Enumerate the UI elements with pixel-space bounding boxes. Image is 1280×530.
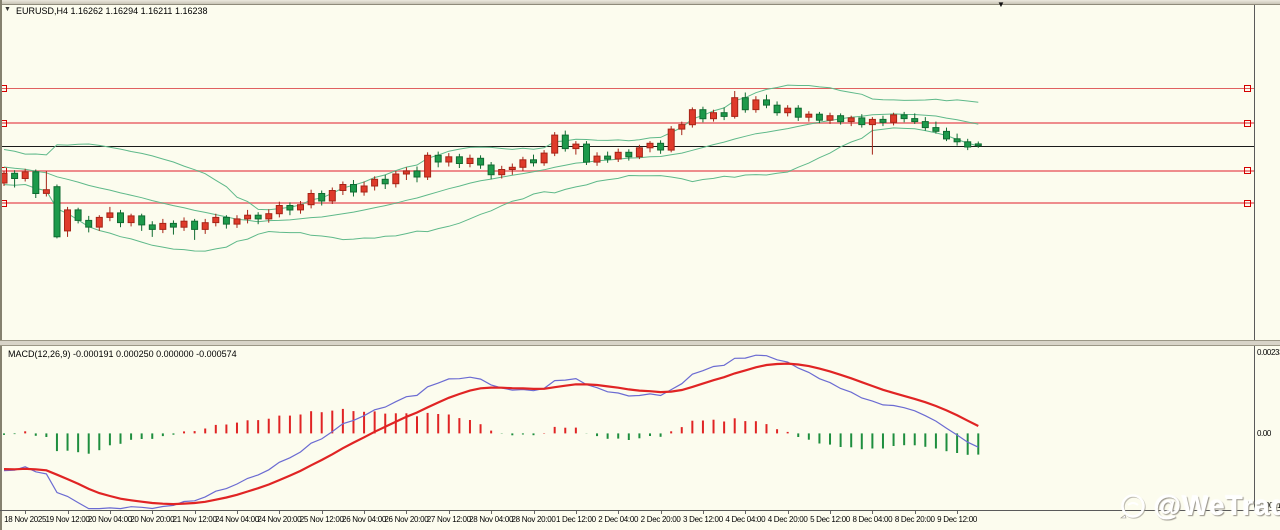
current-price-line	[2, 146, 1254, 147]
time-axis-label: 20 Nov 20:00	[129, 515, 175, 524]
line-endpoint-marker[interactable]	[1244, 167, 1251, 174]
time-axis-label: 28 Nov 20:00	[511, 515, 557, 524]
chart-shift-marker-icon[interactable]: ▼	[997, 0, 1005, 9]
time-axis-tick	[449, 511, 450, 514]
line-endpoint-marker[interactable]	[1244, 200, 1251, 207]
time-axis-label: 18 Nov 2025	[2, 515, 48, 524]
price-axis-border	[1254, 4, 1255, 510]
time-axis-label: 9 Dec 12:00	[934, 515, 980, 524]
time-axis-label: 2 Dec 04:00	[595, 515, 641, 524]
time-axis-tick	[68, 511, 69, 514]
time-axis-label: 28 Nov 04:00	[468, 515, 514, 524]
symbol-ohlc-label: EURUSD,H4 1.16262 1.16294 1.16211 1.1623…	[16, 6, 207, 16]
time-axis-tick	[279, 511, 280, 514]
time-axis-tick	[915, 511, 916, 514]
time-axis-tick	[237, 511, 238, 514]
time-axis-tick	[618, 511, 619, 514]
time-axis-label: 1 Dec 12:00	[553, 515, 599, 524]
horizontal-line-1.15472[interactable]	[2, 202, 1254, 204]
line-endpoint-marker[interactable]	[1244, 120, 1251, 127]
time-axis-label: 19 Nov 12:00	[45, 515, 91, 524]
chart-window: ▼ ▼ EURUSD,H4 1.16262 1.16294 1.16211 1.…	[0, 0, 1280, 530]
chart-collapse-arrow-icon[interactable]: ▼	[4, 6, 11, 13]
time-axis-label: 2 Dec 20:00	[638, 515, 684, 524]
macd-axis-label: 0.00	[1257, 429, 1271, 438]
time-axis-label: 20 Nov 04:00	[87, 515, 133, 524]
time-axis-tick	[364, 511, 365, 514]
time-axis-border	[0, 510, 1280, 511]
time-axis-tick	[957, 511, 958, 514]
line-endpoint-marker[interactable]	[1244, 85, 1251, 92]
time-axis[interactable]: 18 Nov 202519 Nov 12:0020 Nov 04:0020 No…	[0, 510, 1280, 530]
time-axis-label: 4 Dec 04:00	[722, 515, 768, 524]
horizontal-line-1.16538[interactable]	[2, 122, 1254, 124]
watermark: @WeTrade	[1118, 490, 1280, 522]
time-axis-tick	[25, 511, 26, 514]
time-axis-label: 3 Dec 12:00	[680, 515, 726, 524]
time-axis-tick	[745, 511, 746, 514]
time-axis-label: 26 Nov 04:00	[341, 515, 387, 524]
time-axis-label: 5 Dec 12:00	[807, 515, 853, 524]
main-chart-pane[interactable]	[0, 4, 1254, 340]
time-axis-tick	[152, 511, 153, 514]
time-axis-tick	[661, 511, 662, 514]
time-axis-label: 25 Nov 12:00	[299, 515, 345, 524]
macd-header-label: MACD(12,26,9) -0.000191 0.000250 0.00000…	[8, 349, 237, 359]
time-axis-tick	[110, 511, 111, 514]
window-left-border	[0, 0, 2, 530]
wetrade-logo-icon	[1118, 491, 1148, 521]
time-axis-label: 24 Nov 04:00	[214, 515, 260, 524]
horizontal-line-1.17001[interactable]	[2, 88, 1254, 89]
time-axis-label: 24 Nov 20:00	[256, 515, 302, 524]
time-axis-tick	[788, 511, 789, 514]
time-axis-label: 8 Dec 20:00	[892, 515, 938, 524]
time-axis-label: 21 Nov 12:00	[172, 515, 218, 524]
time-axis-tick	[534, 511, 535, 514]
time-axis-label: 4 Dec 20:00	[765, 515, 811, 524]
time-axis-tick	[872, 511, 873, 514]
time-axis-tick	[703, 511, 704, 514]
macd-pane[interactable]	[0, 346, 1254, 510]
time-axis-label: 27 Nov 12:00	[426, 515, 472, 524]
time-axis-tick	[406, 511, 407, 514]
time-axis-tick	[830, 511, 831, 514]
time-axis-label: 26 Nov 20:00	[383, 515, 429, 524]
time-axis-tick	[195, 511, 196, 514]
macd-axis-label: 0.002332	[1257, 348, 1280, 357]
time-axis-tick	[576, 511, 577, 514]
horizontal-line-1.15902[interactable]	[2, 170, 1254, 172]
window-top-border	[0, 0, 1280, 5]
time-axis-label: 8 Dec 04:00	[849, 515, 895, 524]
pane-separator[interactable]	[0, 340, 1280, 346]
time-axis-tick	[491, 511, 492, 514]
time-axis-tick	[322, 511, 323, 514]
watermark-text: @WeTrade	[1154, 490, 1280, 522]
